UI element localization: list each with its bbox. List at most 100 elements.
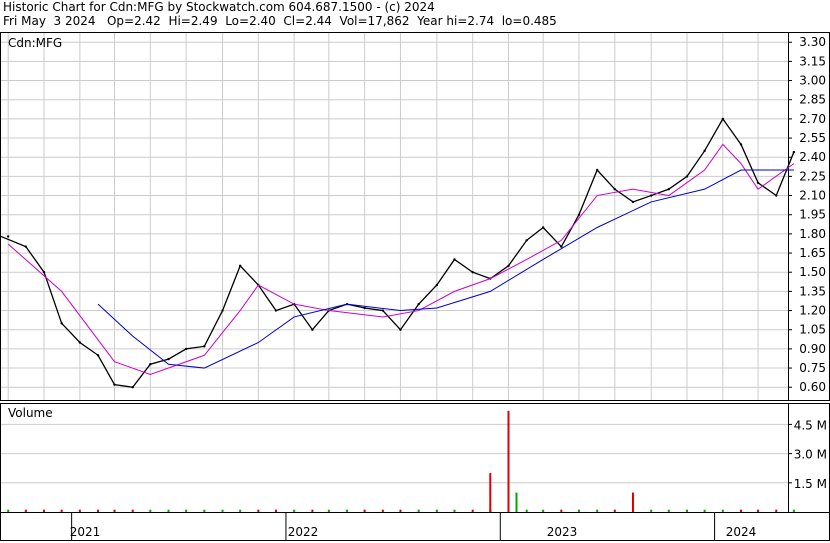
price-tick-label: 0.90 xyxy=(799,342,826,356)
volume-bar xyxy=(274,509,277,512)
price-tick-label: 2.40 xyxy=(799,150,826,164)
price-point xyxy=(113,383,116,386)
price-point xyxy=(739,143,743,146)
year-label: 2024 xyxy=(726,525,757,539)
price-point xyxy=(78,341,82,344)
price-point xyxy=(274,309,278,312)
volume-bar xyxy=(185,509,188,512)
price-point xyxy=(560,245,563,248)
price-tick-label: 2.70 xyxy=(799,112,826,126)
volume-bar xyxy=(577,509,580,512)
price-point xyxy=(311,328,314,331)
price-point xyxy=(649,194,653,197)
price-point xyxy=(577,213,581,216)
price-point xyxy=(792,150,796,154)
price-point xyxy=(221,309,224,312)
volume-bar xyxy=(113,509,116,512)
year-label: 2021 xyxy=(70,525,101,539)
price-tick-label: 2.25 xyxy=(799,169,826,183)
volume-bar xyxy=(327,509,330,512)
volume-bar xyxy=(24,509,27,512)
ticker-label: Cdn:MFG xyxy=(8,36,62,50)
price-point xyxy=(7,235,10,238)
price-tick-label: 2.10 xyxy=(799,189,826,203)
volume-bar xyxy=(542,509,545,512)
price-point xyxy=(595,168,599,172)
volume-bar xyxy=(417,509,420,512)
volume-bar xyxy=(596,509,599,512)
x-axis-frame xyxy=(0,512,830,541)
price-point xyxy=(775,194,778,197)
volume-bar xyxy=(363,509,366,512)
volume-bar xyxy=(149,509,152,512)
volume-spike-bar xyxy=(507,410,510,512)
volume-bar xyxy=(311,509,314,512)
price-tick-label: 1.50 xyxy=(799,265,826,279)
price-point xyxy=(525,239,528,242)
price-tick-label: 1.65 xyxy=(799,246,826,260)
price-point xyxy=(363,306,366,310)
volume-bar xyxy=(757,509,760,512)
price-point xyxy=(238,264,242,268)
price-tick-label: 1.35 xyxy=(799,284,826,298)
price-tick-label: 1.95 xyxy=(799,208,826,222)
volume-bar xyxy=(78,509,81,512)
volume-bar xyxy=(43,509,46,512)
price-point xyxy=(721,117,725,121)
volume-bar xyxy=(686,509,689,512)
price-point xyxy=(631,200,635,204)
volume-bar xyxy=(221,509,224,512)
volume-bar xyxy=(7,509,10,512)
volume-bar xyxy=(167,509,170,512)
price-tick-label: 0.60 xyxy=(799,380,826,394)
volume-bar xyxy=(97,509,100,512)
price-point xyxy=(131,386,134,389)
price-tick-label: 1.20 xyxy=(799,304,826,318)
volume-bar xyxy=(525,509,528,512)
volume-bar xyxy=(613,509,616,512)
volume-bar xyxy=(667,509,670,512)
price-point xyxy=(756,181,760,184)
price-point xyxy=(167,357,170,361)
volume-bar xyxy=(650,509,653,512)
volume-bar xyxy=(721,509,724,512)
volume-bar xyxy=(399,509,402,512)
price-point xyxy=(184,347,188,351)
volume-bar xyxy=(203,509,206,512)
price-point xyxy=(703,149,706,153)
volume-bar xyxy=(60,509,63,512)
price-point xyxy=(435,283,439,287)
volume-bar xyxy=(453,509,456,512)
price-tick-label: 3.30 xyxy=(799,35,826,49)
price-point xyxy=(417,302,420,306)
volume-spike-bar xyxy=(489,473,492,512)
price-point xyxy=(149,363,152,366)
price-point xyxy=(96,354,100,357)
price-point xyxy=(203,345,206,348)
price-point xyxy=(667,187,671,191)
year-label: 2022 xyxy=(288,525,319,539)
volume-bar xyxy=(740,509,743,512)
price-tick-label: 2.85 xyxy=(799,93,826,107)
price-point xyxy=(42,271,46,274)
price-point xyxy=(453,258,456,261)
volume-tick-label: 4.5 M xyxy=(794,418,827,432)
price-point xyxy=(685,175,689,178)
price-point xyxy=(24,245,28,248)
volume-spike-bar xyxy=(515,492,518,512)
stock-chart: 3.30 3.15 3.00 2.85 2.70 2.55 2.40 2.25 2.10 1.95… xyxy=(0,32,830,541)
volume-bar xyxy=(435,509,438,512)
chart-window: Historic Chart for Cdn:MFG by Stockwatch… xyxy=(0,0,830,543)
price-point xyxy=(471,271,474,274)
volume-panel-frame xyxy=(0,403,830,513)
volume-bar xyxy=(131,509,134,512)
volume-bar xyxy=(293,509,296,512)
volume-tick-label: 3.0 M xyxy=(794,448,827,462)
volume-bar xyxy=(257,509,260,512)
volume-tick-label: 1.5 M xyxy=(794,477,827,491)
price-tick-label: 0.75 xyxy=(799,361,826,375)
volume-bar xyxy=(560,509,563,512)
year-label: 2023 xyxy=(547,525,578,539)
volume-bar xyxy=(792,509,795,512)
price-point xyxy=(60,322,63,325)
